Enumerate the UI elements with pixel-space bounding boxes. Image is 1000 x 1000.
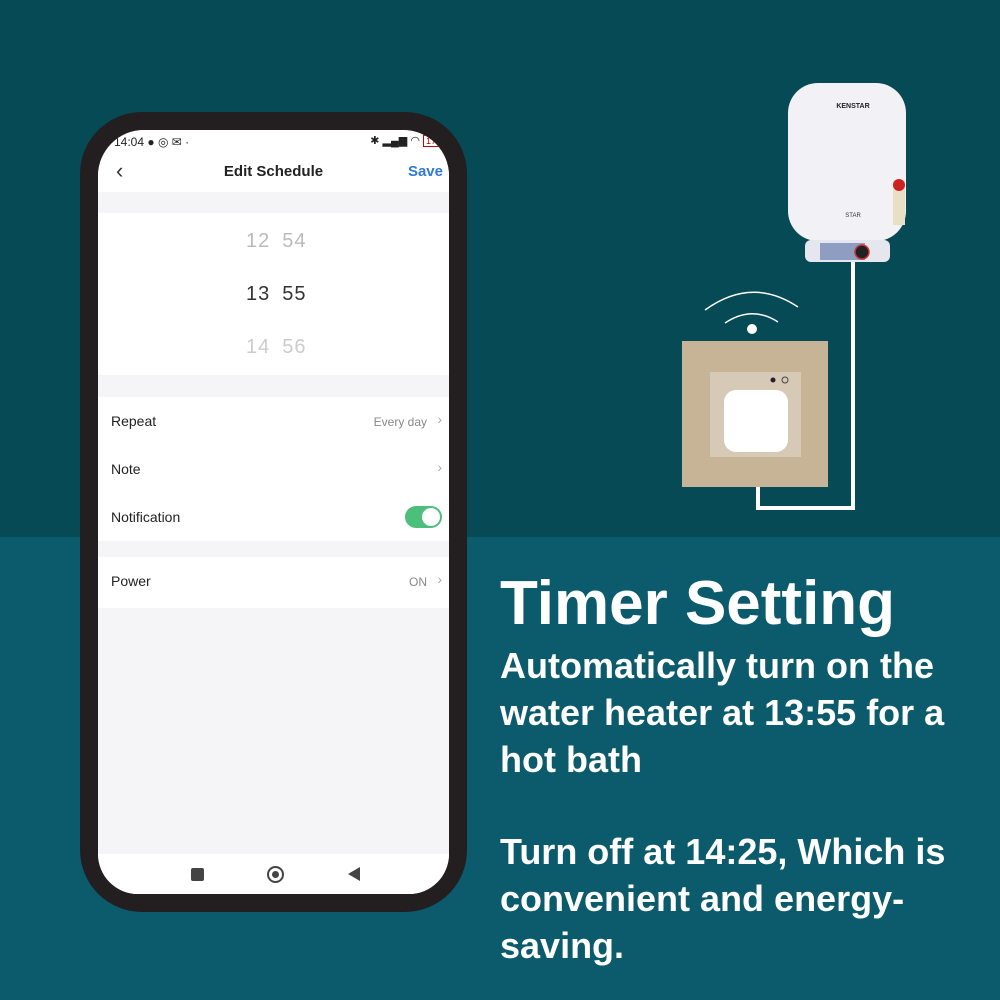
page-title: Edit Schedule xyxy=(223,163,324,180)
repeat-row[interactable]: Repeat Every day › xyxy=(98,397,449,445)
heater-brand: KENSTAR xyxy=(836,103,869,110)
picker-row-selected[interactable]: 13 55 xyxy=(246,283,319,306)
power-row[interactable]: Power ON › xyxy=(98,557,449,605)
back-triangle-icon[interactable] xyxy=(348,867,360,881)
recent-apps-icon[interactable] xyxy=(191,868,204,881)
time-picker[interactable]: 12 54 13 55 14 56 xyxy=(98,213,449,375)
hour: 14 xyxy=(246,336,271,358)
notification-toggle[interactable] xyxy=(405,506,442,528)
marketing-title: Timer Setting xyxy=(500,569,896,638)
nav-bar: ‹ Edit Schedule Save xyxy=(98,152,449,192)
minute: 56 xyxy=(282,336,307,358)
repeat-value: Every day xyxy=(373,415,427,429)
minute: 54 xyxy=(282,230,307,252)
status-bar: 14:04 ● ◎ ✉ · ✱ ▂▄▆ ◠ 17 xyxy=(98,130,449,152)
notification-icons: ● ◎ ✉ · xyxy=(147,135,190,149)
marketing-line-2: Turn off at 14:25, Which is convenient a… xyxy=(500,831,946,966)
marketing-line-1: Automatically turn on the water heater a… xyxy=(500,645,945,780)
note-row[interactable]: Note › xyxy=(98,445,449,493)
repeat-label: Repeat xyxy=(111,413,157,429)
phone-screen: 14:04 ● ◎ ✉ · ✱ ▂▄▆ ◠ 17 ‹ Edit Schedule… xyxy=(98,130,449,894)
save-button[interactable]: Save xyxy=(408,163,443,180)
note-label: Note xyxy=(111,461,141,477)
chevron-right-icon: › xyxy=(437,571,442,587)
android-nav-bar xyxy=(98,854,449,894)
notification-row: Notification xyxy=(98,493,449,541)
heater-model: STAR xyxy=(845,213,861,219)
illustration: KENSTAR STAR xyxy=(682,83,906,510)
settings-list: Repeat Every day › Note › Notification xyxy=(98,397,449,541)
status-time: 14:04 xyxy=(114,135,145,149)
picker-row[interactable]: 14 56 xyxy=(246,336,319,359)
power-label: Power xyxy=(111,573,151,589)
chevron-right-icon: › xyxy=(437,459,442,475)
power-value: ON xyxy=(409,575,427,589)
picker-row[interactable]: 12 54 xyxy=(246,230,319,253)
hour: 12 xyxy=(246,230,271,252)
hour: 13 xyxy=(246,283,271,305)
battery-icon: 17 xyxy=(422,135,439,147)
home-icon[interactable] xyxy=(267,866,284,883)
notification-label: Notification xyxy=(111,509,181,525)
minute: 55 xyxy=(282,283,307,305)
wifi-icon xyxy=(704,291,799,324)
system-icons: ✱ ▂▄▆ ◠ 17 xyxy=(370,134,439,147)
chevron-right-icon: › xyxy=(437,411,442,427)
power-section: Power ON › xyxy=(98,557,449,608)
